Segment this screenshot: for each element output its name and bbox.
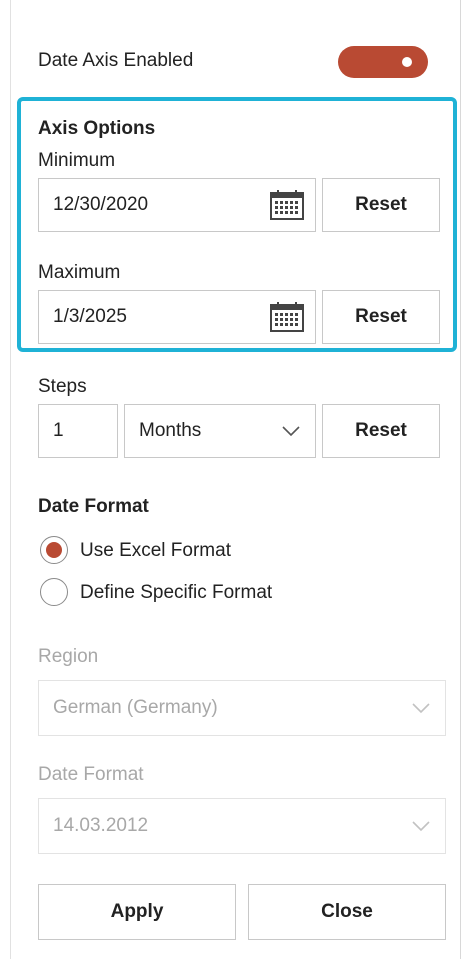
maximum-date-value: 1/3/2025 (53, 306, 127, 327)
calendar-icon[interactable] (269, 189, 305, 221)
define-specific-format-radio[interactable] (40, 578, 68, 606)
calendar-icon[interactable] (269, 301, 305, 333)
close-button[interactable]: Close (248, 884, 446, 940)
specific-date-format-select[interactable]: 14.03.2012 (38, 798, 446, 854)
date-axis-enabled-label: Date Axis Enabled (38, 50, 194, 71)
date-axis-toggle[interactable] (338, 46, 428, 78)
steps-unit-select[interactable]: Months (124, 404, 316, 458)
specific-date-format-label: Date Format (38, 764, 144, 785)
minimum-label: Minimum (38, 150, 116, 171)
steps-reset-button[interactable]: Reset (322, 404, 440, 458)
panel-left-border (10, 0, 11, 959)
steps-value: 1 (53, 420, 64, 441)
minimum-date-value: 12/30/2020 (53, 194, 149, 215)
specific-date-format-value: 14.03.2012 (53, 815, 149, 836)
use-excel-format-radio[interactable] (40, 536, 68, 564)
axis-options-title: Axis Options (38, 118, 156, 139)
panel-right-border (460, 0, 461, 959)
define-specific-format-label: Define Specific Format (80, 582, 273, 603)
maximum-label: Maximum (38, 262, 121, 283)
use-excel-format-label: Use Excel Format (80, 540, 231, 561)
steps-unit-value: Months (139, 420, 202, 441)
chevron-down-icon (412, 703, 430, 714)
region-select[interactable]: German (Germany) (38, 680, 446, 736)
chevron-down-icon (282, 426, 300, 437)
minimum-reset-button[interactable]: Reset (322, 178, 440, 232)
maximum-reset-button[interactable]: Reset (322, 290, 440, 344)
minimum-date-input[interactable]: 12/30/2020 (38, 178, 316, 232)
region-label: Region (38, 646, 99, 667)
steps-label: Steps (38, 376, 87, 397)
maximum-date-input[interactable]: 1/3/2025 (38, 290, 316, 344)
chevron-down-icon (412, 821, 430, 832)
steps-value-input[interactable]: 1 (38, 404, 118, 458)
toggle-knob (402, 57, 412, 67)
date-format-title: Date Format (38, 496, 149, 517)
apply-button[interactable]: Apply (38, 884, 236, 940)
region-value: German (Germany) (53, 697, 218, 718)
